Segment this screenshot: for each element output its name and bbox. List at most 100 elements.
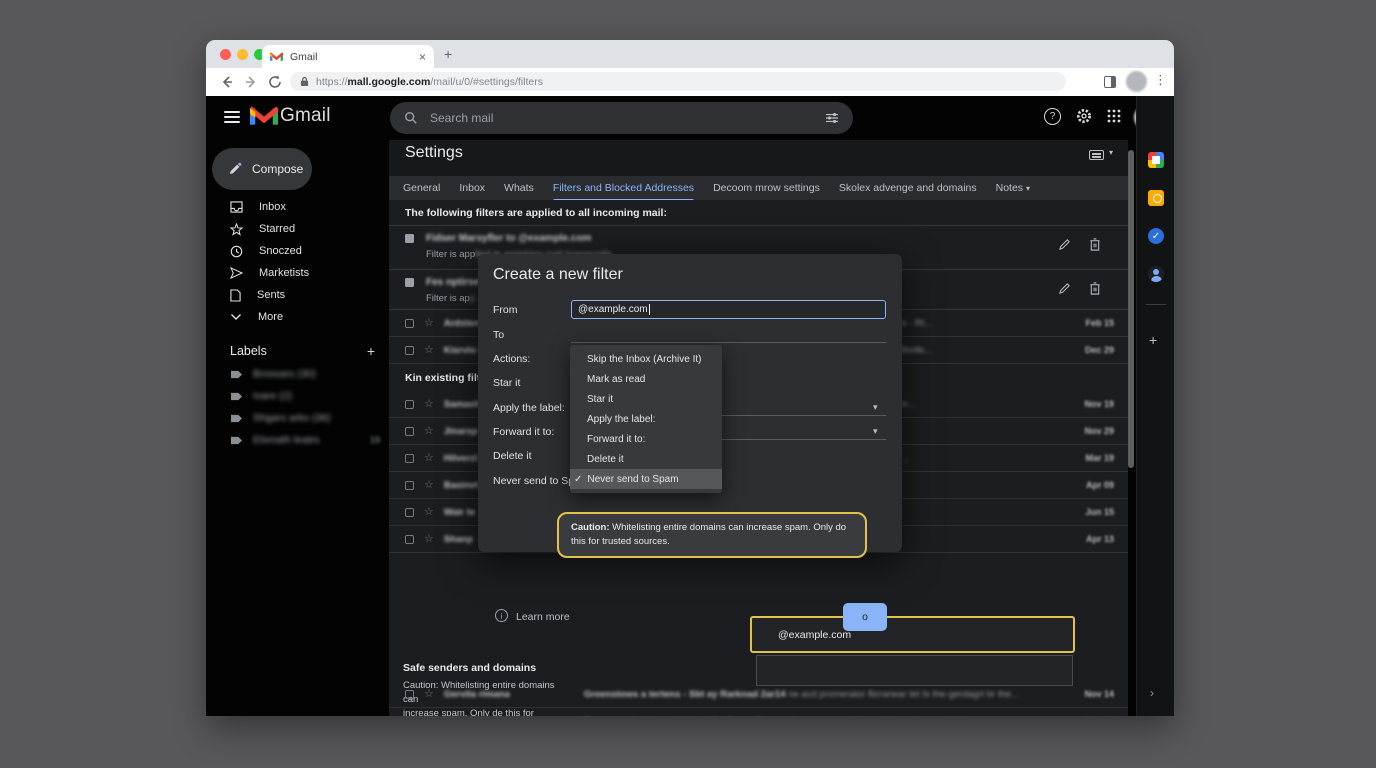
- search-filter-icon[interactable]: [825, 112, 839, 124]
- row-checkbox[interactable]: [405, 508, 414, 517]
- refresh-icon[interactable]: [266, 73, 284, 91]
- tab-inbox[interactable]: Inbox: [459, 182, 485, 194]
- info-icon: i: [495, 609, 508, 622]
- contacts-icon[interactable]: [1148, 266, 1164, 282]
- mail-snippet: Farsempndgat earmats tar atl adjrena Ths…: [584, 716, 1076, 717]
- label-item[interactable]: Brossars (30): [230, 368, 380, 380]
- tasks-icon[interactable]: ✓: [1148, 228, 1164, 244]
- to-input[interactable]: [571, 342, 886, 343]
- menu-item-apply-label[interactable]: Apply the label:: [570, 409, 722, 429]
- delete-it-label: Delete it: [493, 450, 532, 462]
- help-icon[interactable]: ?: [1044, 108, 1061, 125]
- scrollbar[interactable]: [1128, 150, 1134, 468]
- edit-filter-icon[interactable]: [1058, 282, 1071, 295]
- browser-avatar[interactable]: [1126, 71, 1147, 92]
- tab-title: Gmail: [290, 51, 412, 63]
- filter-checkbox[interactable]: [405, 278, 414, 287]
- search-icon: [404, 111, 418, 125]
- sidebar-item-inbox[interactable]: Inbox: [206, 196, 382, 218]
- compose-button[interactable]: Compose: [212, 148, 312, 190]
- settings-gear-icon[interactable]: [1075, 107, 1093, 125]
- side-panel-icon[interactable]: [1104, 76, 1116, 88]
- row-checkbox[interactable]: [405, 481, 414, 490]
- calendar-icon[interactable]: [1148, 152, 1164, 168]
- browser-tab[interactable]: Gmail ×: [262, 45, 434, 68]
- tab-whats[interactable]: Whats: [504, 182, 534, 194]
- row-star-icon[interactable]: ☆: [424, 399, 434, 410]
- compose-label: Compose: [252, 162, 303, 176]
- density-caret-icon[interactable]: ▾: [1109, 148, 1113, 157]
- sidebar-item-more[interactable]: More: [206, 306, 382, 328]
- filter-checkbox[interactable]: [405, 234, 414, 243]
- tab-notes[interactable]: Notes ▾: [996, 182, 1030, 194]
- edit-filter-icon[interactable]: [1058, 238, 1071, 251]
- sidebar-item-starred[interactable]: Starred: [206, 218, 382, 240]
- row-star-icon[interactable]: ☆: [424, 426, 434, 437]
- menu-item-forward[interactable]: Forward it to:: [570, 429, 722, 449]
- settings-tab-bar: General Inbox Whats Filters and Blocked …: [389, 176, 1128, 200]
- browser-menu-icon[interactable]: ⋮: [1154, 72, 1167, 88]
- search-bar[interactable]: Search mail: [390, 102, 853, 134]
- keep-icon[interactable]: [1148, 190, 1164, 206]
- menu-item-delete[interactable]: Delete it: [570, 449, 722, 469]
- row-checkbox[interactable]: [405, 427, 414, 436]
- menu-item-never-spam[interactable]: ✓ Never send to Spam: [570, 469, 722, 489]
- close-window-button[interactable]: [220, 49, 231, 60]
- row-checkbox[interactable]: [405, 400, 414, 409]
- sidebar-item-snoozed[interactable]: Snoczed: [206, 240, 382, 262]
- dialog-learn-more-link[interactable]: Learn more: [516, 611, 570, 623]
- document-icon: [230, 289, 241, 302]
- url-bar[interactable]: https://mall.google.com/mail/u/0/#settin…: [290, 72, 1066, 91]
- to-label: To: [493, 329, 504, 341]
- row-star-icon[interactable]: ☆: [424, 345, 434, 356]
- delete-filter-icon[interactable]: [1089, 282, 1101, 295]
- browser-window: Gmail × + https://mall.google.com/mail/u…: [206, 40, 1174, 716]
- forward-icon[interactable]: [242, 73, 260, 91]
- label-item[interactable]: Ivare (2): [230, 390, 380, 402]
- row-star-icon[interactable]: ☆: [424, 689, 434, 700]
- sidebar-item-sents[interactable]: Sents: [206, 284, 382, 306]
- lock-icon: [300, 76, 309, 87]
- hamburger-menu-icon[interactable]: [224, 111, 240, 126]
- row-star-icon[interactable]: ☆: [424, 507, 434, 518]
- sidebar-item-marketists[interactable]: Marketists: [206, 262, 382, 284]
- chevron-down-icon[interactable]: ▾: [873, 402, 878, 413]
- tab-filters-blocked[interactable]: Filters and Blocked Addresses: [553, 182, 694, 194]
- display-density-icon[interactable]: [1089, 150, 1104, 160]
- row-checkbox[interactable]: [405, 346, 414, 355]
- row-checkbox[interactable]: [405, 690, 414, 699]
- menu-item-skip-inbox[interactable]: Skip the Inbox (Archive It): [570, 349, 722, 369]
- row-star-icon[interactable]: ☆: [424, 318, 434, 329]
- label-item[interactable]: Elsmath leatrs 19: [230, 434, 380, 446]
- row-star-icon[interactable]: ☆: [424, 716, 434, 717]
- safe-senders-input[interactable]: @example.com: [750, 616, 1075, 653]
- from-input[interactable]: @example.com: [571, 300, 886, 319]
- apps-grid-icon[interactable]: [1107, 109, 1121, 123]
- menu-item-star-it[interactable]: Star it: [570, 389, 722, 409]
- row-checkbox[interactable]: [405, 319, 414, 328]
- row-star-icon[interactable]: ☆: [424, 534, 434, 545]
- close-tab-icon[interactable]: ×: [419, 50, 426, 64]
- get-addons-icon[interactable]: +: [1149, 332, 1157, 348]
- back-icon[interactable]: [218, 73, 236, 91]
- row-checkbox[interactable]: [405, 454, 414, 463]
- row-checkbox[interactable]: [405, 535, 414, 544]
- labels-header: Labels +: [230, 343, 375, 359]
- tab-general[interactable]: General: [403, 182, 440, 194]
- delete-filter-icon[interactable]: [1089, 238, 1101, 251]
- collapse-panel-icon[interactable]: ›: [1150, 686, 1154, 700]
- new-tab-button[interactable]: +: [444, 46, 452, 62]
- menu-item-mark-read[interactable]: Mark as read: [570, 369, 722, 389]
- row-star-icon[interactable]: ☆: [424, 453, 434, 464]
- chevron-down-icon[interactable]: ▾: [873, 426, 878, 437]
- add-label-icon[interactable]: +: [367, 343, 375, 359]
- minimize-window-button[interactable]: [237, 49, 248, 60]
- tab-skolex[interactable]: Skolex advenge and domains: [839, 182, 977, 194]
- label-item[interactable]: Shgars arks (36): [230, 412, 380, 424]
- safe-senders-textarea[interactable]: [756, 655, 1073, 686]
- tab-decoom[interactable]: Decoom mrow settings: [713, 182, 820, 194]
- create-filter-button[interactable]: o: [843, 603, 887, 631]
- label-tag-icon: [230, 391, 243, 402]
- mail-row[interactable]: ☆ Fwst Spanvh Farsempndgat earmats tar a…: [389, 708, 1128, 716]
- row-star-icon[interactable]: ☆: [424, 480, 434, 491]
